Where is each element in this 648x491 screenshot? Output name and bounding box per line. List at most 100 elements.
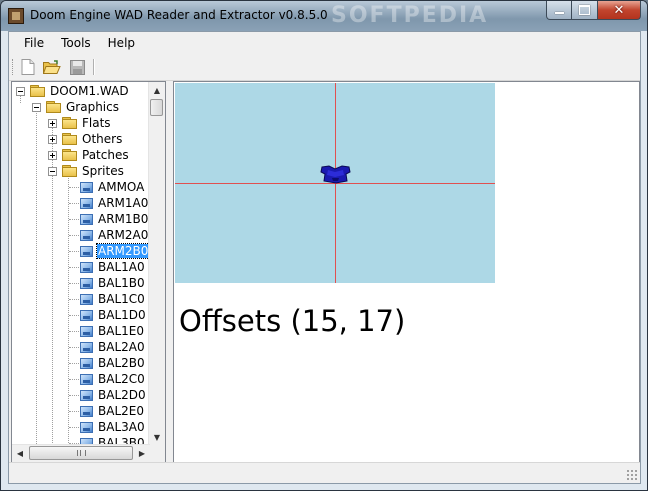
collapse-icon[interactable] bbox=[16, 87, 25, 96]
image-file-icon bbox=[80, 278, 93, 289]
scroll-left-icon[interactable]: ◀ bbox=[12, 445, 28, 461]
image-file-icon bbox=[80, 310, 93, 321]
wad-tree[interactable]: DOOM1.WAD Graphics Flats Others Patches … bbox=[11, 81, 166, 463]
image-file-icon bbox=[80, 390, 93, 401]
scroll-down-icon[interactable]: ▼ bbox=[149, 429, 165, 445]
tree-node-sprite[interactable]: BAL1B0 bbox=[12, 275, 150, 291]
menu-help[interactable]: Help bbox=[100, 33, 143, 53]
tree-node-patches[interactable]: Patches bbox=[12, 147, 132, 163]
app-window: Doom Engine WAD Reader and Extractor v0.… bbox=[0, 0, 648, 491]
folder-icon bbox=[62, 133, 78, 145]
tree-label: ARM1B0 bbox=[98, 212, 149, 226]
tree-label: Patches bbox=[82, 148, 129, 162]
collapse-icon[interactable] bbox=[32, 103, 41, 112]
image-file-icon bbox=[80, 182, 93, 193]
offsets-label: Offsets (15, 17) bbox=[179, 304, 406, 338]
vertical-scroll-thumb[interactable] bbox=[150, 99, 163, 116]
tree-node-sprite[interactable]: BAL1E0 bbox=[12, 323, 150, 339]
tree-label: Others bbox=[82, 132, 123, 146]
toolbar-grip[interactable] bbox=[12, 59, 16, 75]
tree-node-sprite[interactable]: BAL1A0 bbox=[12, 259, 150, 275]
expand-icon[interactable] bbox=[48, 119, 57, 128]
tree-node-sprite[interactable]: BAL1C0 bbox=[12, 291, 150, 307]
image-file-icon bbox=[80, 358, 93, 369]
image-file-icon bbox=[80, 198, 93, 209]
window-title: Doom Engine WAD Reader and Extractor v0.… bbox=[30, 8, 328, 22]
tree-node-sprite[interactable]: BAL1D0 bbox=[12, 307, 150, 323]
tree-label: BAL1B0 bbox=[98, 276, 145, 290]
armor-sprite bbox=[320, 165, 351, 184]
tree-node-sprite[interactable]: BAL2C0 bbox=[12, 371, 150, 387]
scroll-corner bbox=[149, 445, 165, 462]
tree-node-sprite[interactable]: ARM1B0 bbox=[12, 211, 150, 227]
tree-node-others[interactable]: Others bbox=[12, 131, 132, 147]
sprite-canvas bbox=[175, 83, 495, 283]
tree-label: BAL3A0 bbox=[98, 420, 145, 434]
tree-node-sprite[interactable]: ARM2B0 bbox=[12, 243, 150, 259]
folder-icon bbox=[62, 117, 78, 129]
tree-label: BAL1D0 bbox=[98, 308, 146, 322]
close-icon: ✕ bbox=[613, 2, 625, 18]
tree-label: Sprites bbox=[82, 164, 124, 178]
image-file-icon bbox=[80, 342, 93, 353]
tree-label: BAL2B0 bbox=[98, 356, 145, 370]
folder-icon bbox=[46, 101, 62, 113]
tree-label: BAL1E0 bbox=[98, 324, 144, 338]
expand-icon[interactable] bbox=[48, 151, 57, 160]
tree-label: Graphics bbox=[66, 100, 119, 114]
tree-node-sprite[interactable]: BAL2D0 bbox=[12, 387, 150, 403]
menu-tools[interactable]: Tools bbox=[53, 33, 99, 53]
tree-node-sprite[interactable]: BAL2E0 bbox=[12, 403, 150, 419]
close-button[interactable]: ✕ bbox=[598, 1, 641, 20]
save-icon bbox=[69, 59, 85, 75]
tree-label: ARM1A0 bbox=[98, 196, 149, 210]
tree-label: ARM2A0 bbox=[98, 228, 149, 242]
tree-label: ARM2B0 bbox=[95, 243, 150, 259]
tree-node-graphics[interactable]: Graphics bbox=[12, 99, 132, 115]
tree-node-sprite[interactable]: BAL3A0 bbox=[12, 419, 150, 435]
tree-node-sprite[interactable]: BAL2B0 bbox=[12, 355, 150, 371]
tree-label: Flats bbox=[82, 116, 111, 130]
folder-icon bbox=[62, 165, 78, 177]
tree-vertical-scrollbar[interactable]: ▲ ▼ bbox=[148, 82, 165, 445]
menu-bar: File Tools Help bbox=[9, 32, 640, 54]
app-icon[interactable] bbox=[8, 8, 24, 24]
collapse-icon[interactable] bbox=[48, 167, 57, 176]
image-file-icon bbox=[80, 230, 93, 241]
tree-node-sprites[interactable]: Sprites bbox=[12, 163, 132, 179]
scroll-up-icon[interactable]: ▲ bbox=[149, 82, 165, 98]
image-file-icon bbox=[80, 214, 93, 225]
tree-node-sprite[interactable]: BAL2A0 bbox=[12, 339, 150, 355]
client-area: File Tools Help DOOM1.WAD Graphics Flats… bbox=[8, 31, 641, 484]
scroll-right-icon[interactable]: ▶ bbox=[134, 445, 150, 461]
image-file-icon bbox=[80, 246, 93, 257]
grip-icon bbox=[76, 450, 86, 456]
image-file-icon bbox=[80, 422, 93, 433]
new-icon bbox=[21, 59, 35, 75]
save-button[interactable] bbox=[67, 57, 87, 77]
tree-node-flats[interactable]: Flats bbox=[12, 115, 132, 131]
image-file-icon bbox=[80, 374, 93, 385]
toolbar-separator bbox=[93, 59, 95, 75]
tree-horizontal-scrollbar[interactable]: ◀ ▶ bbox=[12, 444, 150, 462]
tree-node-sprite[interactable]: AMMOA bbox=[12, 179, 150, 195]
tree-node-sprite[interactable]: ARM1A0 bbox=[12, 195, 150, 211]
maximize-button[interactable] bbox=[572, 1, 598, 20]
tree-label: BAL2E0 bbox=[98, 404, 144, 418]
minimize-button[interactable] bbox=[546, 1, 572, 20]
menu-file[interactable]: File bbox=[16, 33, 52, 53]
tree-node-sprite[interactable]: ARM2A0 bbox=[12, 227, 150, 243]
maximize-icon bbox=[579, 5, 590, 15]
sprite-preview-panel: Offsets (15, 17) bbox=[173, 81, 640, 463]
new-file-button[interactable] bbox=[18, 57, 38, 77]
open-folder-icon bbox=[43, 59, 61, 74]
status-bar bbox=[9, 462, 640, 483]
resize-grip[interactable] bbox=[626, 469, 637, 480]
expand-icon[interactable] bbox=[48, 135, 57, 144]
open-button[interactable] bbox=[42, 57, 62, 77]
tree-node-root[interactable]: DOOM1.WAD bbox=[12, 83, 132, 99]
image-file-icon bbox=[80, 326, 93, 337]
toolbar bbox=[9, 54, 640, 81]
title-bar[interactable]: Doom Engine WAD Reader and Extractor v0.… bbox=[1, 1, 647, 31]
horizontal-scroll-thumb[interactable] bbox=[29, 446, 133, 460]
